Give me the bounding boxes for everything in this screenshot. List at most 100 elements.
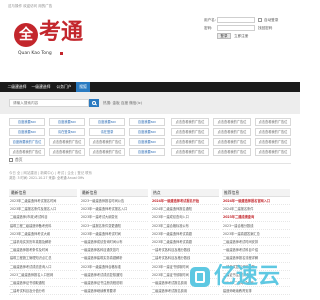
nav-item-portal[interactable]: 公务门户 — [55, 82, 73, 92]
site-logo[interactable]: 全 考通 Quan Kao Tong — [10, 14, 90, 70]
news-item[interactable]: 2024年二建报名条件 — [222, 205, 290, 214]
news-item[interactable]: 建筑工程二级建造师备考资料 — [9, 222, 77, 230]
news-item[interactable]: 二级建造师考试成绩查询入口 — [9, 263, 77, 271]
top-notice: 这与操作 欢迎访问 用的广告 — [8, 4, 53, 8]
news-item[interactable]: 2024年一级建造师报名官网入口 — [222, 197, 290, 206]
ad-link[interactable]: 点击查看我的广告位 — [171, 118, 209, 126]
ad-link[interactable]: 点击查看我的广告位 — [171, 148, 209, 156]
ad-link[interactable]: 点击查看我的广告位 — [49, 148, 85, 156]
ad-link[interactable]: 百度我要acc — [9, 128, 45, 136]
news-item[interactable]: 2023年二建报名条件及报名入口 — [9, 205, 77, 214]
ad-link[interactable]: 百度我要acc — [129, 138, 165, 146]
ad-link[interactable]: 百度我要acc — [129, 148, 165, 156]
news-column: 最新信息 2023年二级建造师考试报名时间 2023年二建报名条件及报名入口 二级建造… — [9, 189, 77, 300]
watermark-logo-icon — [190, 267, 210, 287]
article-header: 今日 全 | 网站建设 | 新闻中心 | 考试 | 企业 | 登记 联系 浏览:… — [9, 165, 291, 180]
news-item[interactable]: 一级建造师考试成绩复核通知 — [80, 271, 148, 279]
news-item[interactable]: 2023年一建真题答案汇总 — [222, 230, 290, 238]
ad-link[interactable]: 百度我要acc — [89, 118, 125, 126]
breadcrumb-home[interactable]: 首页 — [15, 157, 23, 162]
column-heading: 最新信息 — [80, 189, 148, 197]
ad-link[interactable]: 百度我要acc — [9, 118, 45, 126]
ad-link[interactable]: 百度我要我的广告位 — [9, 138, 45, 146]
news-item[interactable]: 2023年一级建造师考试报名入口 — [80, 205, 148, 214]
news-item[interactable]: 二建考试科目及分值分布 — [9, 287, 77, 296]
nav-item-sohu[interactable]: 搜狐 — [76, 82, 90, 92]
column-heading: 热点 — [151, 189, 219, 197]
news-item[interactable]: 2023年一建考试大纲变化 — [80, 213, 148, 222]
ad-link[interactable]: 百度我要acc — [49, 118, 85, 126]
news-item[interactable]: 一级建造师成绩查询时间公布 — [80, 238, 148, 247]
news-item[interactable]: 二级建造师报考条件及时间 — [9, 246, 77, 255]
find-password-link[interactable]: 找回密码 — [258, 25, 272, 31]
news-item[interactable]: 2023二级建造师报名入口官网 — [9, 271, 77, 279]
search-button[interactable] — [89, 99, 99, 107]
ad-link[interactable]: 请在登录 — [89, 128, 125, 136]
news-item[interactable]: 2023一级建造师报名时间公告 — [80, 197, 148, 206]
news-item[interactable]: 2023一建合格分数线 — [222, 222, 290, 230]
remember-checkbox[interactable] — [258, 18, 262, 22]
hot-keywords: 热搜: 金板 百度 微信(ic) — [103, 101, 143, 105]
news-item[interactable]: 2024年一级建造师考试报名开始 — [151, 197, 219, 206]
news-item[interactable]: 一级建造师各科目通关技巧 — [80, 246, 148, 255]
column-heading: 推荐信息 — [222, 189, 290, 197]
news-item[interactable]: 2023年一级建造师考试真题 — [151, 230, 219, 238]
news-list: 2023一级建造师报名时间公告 2023年一级建造师考试报名入口 2023年一建考试… — [80, 197, 148, 296]
news-item[interactable]: 2023年一级建造师考试时间 — [80, 230, 148, 238]
news-item[interactable]: 2023一建报名条件变更通知 — [80, 222, 148, 230]
news-item[interactable]: 建筑工程施工管理知识点汇总 — [9, 254, 77, 263]
ad-link[interactable]: 点击查看我的广告位 — [89, 148, 125, 156]
remember-label: 自动登录 — [264, 18, 279, 22]
logo-title: 考通 — [39, 19, 84, 45]
article-meta: 浏览: 3 时间: 2021-10-27 来源: 全考通 Anual Offs — [9, 176, 84, 180]
ad-link[interactable]: 百度我要acc — [129, 118, 165, 126]
ad-link[interactable]: 点击查看我的广告位 — [255, 128, 291, 136]
ad-link[interactable]: 点击查看我的广告位 — [171, 128, 209, 136]
news-item[interactable]: 二级建造师证书领取通知 — [9, 279, 77, 288]
news-item[interactable]: 二级建造师考试时间安排 — [222, 238, 290, 247]
divider — [9, 163, 291, 164]
ad-link[interactable]: 点击查看我的广告位 — [9, 148, 45, 156]
news-item[interactable]: 一级建造师考试科目介绍 — [222, 246, 290, 255]
ad-row: 百度我要我的广告位 点击查看我的广告位 点击查看我的广告位 百度我要acc 点击查看我的… — [9, 138, 291, 146]
ad-link[interactable]: 点击查看我的广告位 — [213, 148, 251, 156]
news-item[interactable]: 2023年二级建造师考试报名时间 — [9, 197, 77, 206]
username-input[interactable] — [217, 17, 255, 23]
news-item[interactable]: 一级建造师继续教育要求 — [80, 287, 148, 296]
news-item[interactable]: 一级建造师证书注册流程说明 — [80, 279, 148, 288]
news-item[interactable]: 2023年一建成绩查询入口 — [151, 213, 219, 222]
search-area: 热搜: 金板 百度 微信(ic) — [0, 92, 300, 114]
ad-link[interactable]: 点击查看我的广告位 — [255, 148, 291, 156]
search-input[interactable] — [9, 99, 89, 107]
ad-link[interactable]: 点击查看我的广告位 — [49, 138, 85, 146]
news-item[interactable]: 二级建造师(市政)考试科目 — [9, 213, 77, 222]
news-item[interactable]: 2023年二级建造师考试真题 — [151, 238, 219, 247]
news-item[interactable]: 一建考试各科目及格分数线 — [151, 246, 219, 255]
news-item[interactable]: 一级建造师建筑实务真题解析 — [80, 254, 148, 263]
ad-link[interactable]: 请在登录acc — [49, 128, 85, 136]
news-item[interactable]: 二建机电实务历年真题及解析 — [9, 238, 77, 247]
ad-link[interactable]: 点击查看我的广告位 — [255, 118, 291, 126]
news-item[interactable]: 2023年二级建造师考试大纲 — [9, 230, 77, 238]
ad-link[interactable]: 百度我要acc — [129, 128, 165, 136]
logo-subtitle: Quan Kao Tong — [18, 51, 52, 56]
news-item[interactable]: 2023年二建成绩查询 — [222, 213, 290, 222]
nav-item-level2[interactable]: 二级建造师 — [6, 82, 28, 92]
ad-link[interactable]: 点击查看我的广告位 — [213, 118, 251, 126]
username-label: 用户名: — [204, 18, 216, 22]
news-item[interactable]: 2023年一级建造师合格标准 — [80, 263, 148, 271]
ad-link[interactable]: 点击查看我的广告位 — [213, 128, 251, 136]
home-icon — [9, 158, 13, 162]
login-button[interactable]: 登录 — [217, 33, 231, 39]
ad-link[interactable]: 点击查看我的广告位 — [213, 138, 251, 146]
column-heading: 最新信息 — [9, 189, 77, 197]
ad-link[interactable]: 点击查看我的广告位 — [171, 138, 209, 146]
news-item[interactable]: 2023年二建合格标准公布 — [151, 222, 219, 230]
news-item[interactable]: 2024年二级建造师报名通知 — [151, 205, 219, 214]
password-input[interactable] — [217, 25, 255, 31]
register-link[interactable]: 立即注册 — [234, 33, 248, 39]
ad-link[interactable]: 点击查看我的广告位 — [89, 138, 125, 146]
nav-item-level1[interactable]: 一级建造师 — [30, 82, 52, 92]
logo-dot — [60, 52, 63, 55]
ad-link[interactable]: 点击查看我的广告位 — [255, 138, 291, 146]
